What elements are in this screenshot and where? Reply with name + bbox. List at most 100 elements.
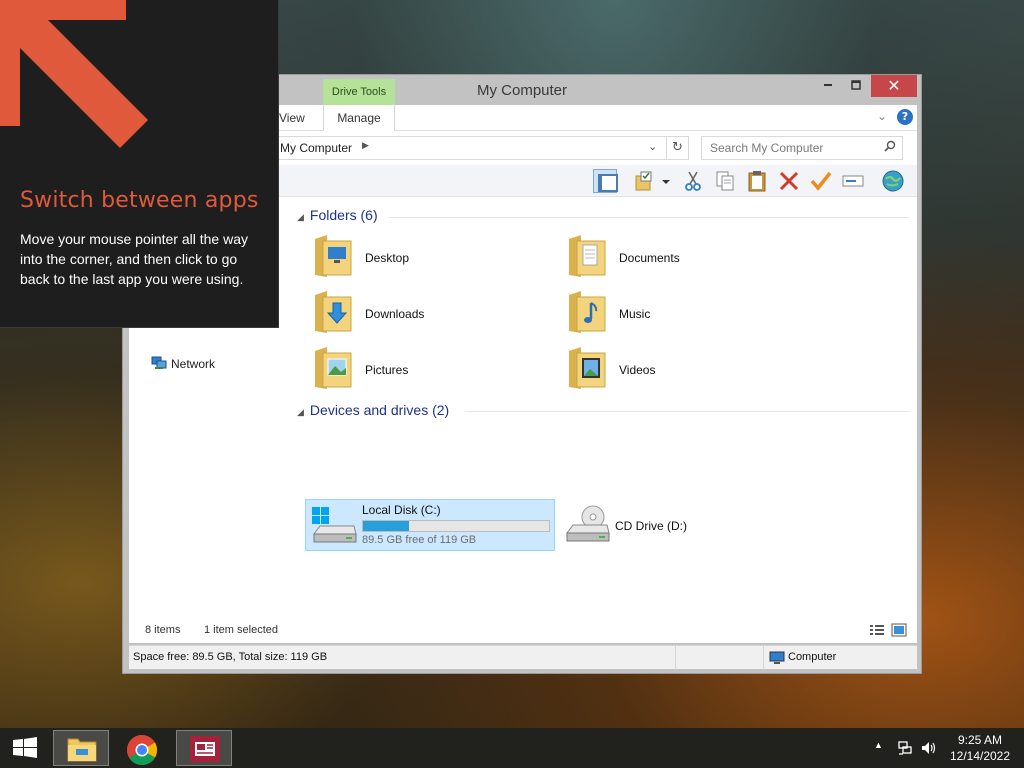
rename-field-icon <box>842 175 864 187</box>
chrome-icon <box>126 735 158 766</box>
folder-label: Videos <box>619 363 656 377</box>
details-view-icon[interactable] <box>869 623 885 637</box>
videos-folder-icon <box>569 347 606 389</box>
selection-count: 1 item selected <box>204 624 278 636</box>
maximize-icon <box>851 80 861 90</box>
refresh-button[interactable]: ↻ <box>666 137 688 159</box>
content-pane: ◢ Folders (6) Desktop Documents Downloads… <box>289 197 917 619</box>
ribbon-expand-chevron-icon[interactable]: ⌄ <box>877 109 887 123</box>
cd-drive-icon <box>566 505 610 542</box>
items-count: 8 items <box>145 624 181 636</box>
search-input[interactable]: Search My Computer <box>701 136 903 160</box>
tray-overflow-chevron-icon[interactable]: ▲ <box>874 740 883 750</box>
minimize-button[interactable] <box>815 75 841 97</box>
folder-label: Desktop <box>365 251 410 265</box>
minimize-icon <box>824 84 832 86</box>
breadcrumb-chevron-icon[interactable]: ▶ <box>362 141 369 151</box>
clock-date: 12/14/2022 <box>949 749 1011 763</box>
cut-button[interactable] <box>681 169 705 193</box>
folder-label: Documents <box>619 251 680 265</box>
file-explorer-icon <box>67 738 97 762</box>
space-info: Space free: 89.5 GB, Total size: 119 GB <box>133 651 328 663</box>
properties-folder-button[interactable] <box>633 169 657 193</box>
nav-item-network[interactable]: Network <box>171 357 215 371</box>
folder-item-pictures[interactable]: Pictures <box>305 343 545 393</box>
documents-folder-icon <box>569 235 606 277</box>
arrow-up-left-icon <box>0 0 148 148</box>
taskbar-file-explorer[interactable] <box>53 730 109 766</box>
properties-dropdown-button[interactable] <box>661 169 673 193</box>
delete-x-icon <box>779 171 799 191</box>
rename-button[interactable] <box>809 169 833 193</box>
address-breadcrumb-my-computer[interactable]: My Computer <box>280 141 352 155</box>
clock-time: 9:25 AM <box>957 733 1003 747</box>
start-button[interactable] <box>12 737 38 759</box>
folder-check-icon <box>635 171 652 191</box>
search-icon <box>884 140 896 155</box>
news-app-icon <box>190 736 220 762</box>
network-icon <box>151 356 167 369</box>
address-dropdown-chevron-icon[interactable]: ⌄ <box>648 140 657 153</box>
tab-view[interactable]: View <box>279 105 305 131</box>
folders-group-header[interactable]: ◢ Folders (6) <box>297 207 378 223</box>
drive-usage-bar <box>362 520 550 532</box>
tip-title: Switch between apps <box>20 188 259 213</box>
refresh-icon: ↻ <box>672 140 683 155</box>
preview-pane-button[interactable] <box>593 169 618 193</box>
drive-name: CD Drive (D:) <box>615 519 687 533</box>
globe-icon <box>882 170 904 192</box>
drive-item-local-disk[interactable]: Local Disk (C:) 89.5 GB free of 119 GB <box>305 499 555 551</box>
tab-manage[interactable]: Manage <box>323 105 395 131</box>
delete-button[interactable] <box>777 169 801 193</box>
location-label: Computer <box>788 651 837 663</box>
switch-apps-tip: Switch between apps Move your mouse poin… <box>0 0 279 328</box>
taskbar-news-app[interactable] <box>176 730 232 766</box>
details-divider <box>763 646 764 670</box>
maximize-button[interactable] <box>843 75 869 97</box>
group-divider <box>389 217 909 218</box>
network-globe-button[interactable] <box>881 169 905 193</box>
folders-group-label: Folders (6) <box>309 207 378 223</box>
devices-group-header[interactable]: ◢ Devices and drives (2) <box>297 402 449 418</box>
collapse-caret-icon[interactable]: ◢ <box>297 212 304 222</box>
devices-group-label: Devices and drives (2) <box>309 402 450 418</box>
copy-icon <box>716 171 734 191</box>
paste-icon <box>748 171 766 192</box>
taskbar: ▲ 9:25 AM 12/14/2022 <box>0 728 1024 768</box>
close-icon: ✕ <box>887 76 901 95</box>
chevron-down-icon <box>662 180 670 184</box>
folder-label: Pictures <box>365 363 409 377</box>
collapse-caret-icon[interactable]: ◢ <box>297 407 304 417</box>
drive-item-cd[interactable]: CD Drive (D:) <box>559 499 759 551</box>
group-divider <box>465 411 909 412</box>
folder-item-downloads[interactable]: Downloads <box>305 287 545 337</box>
checkmark-icon <box>810 171 832 191</box>
folder-item-desktop[interactable]: Desktop <box>305 231 545 281</box>
music-folder-icon <box>569 291 606 333</box>
help-icon[interactable]: ? <box>897 109 913 125</box>
paste-button[interactable] <box>745 169 769 193</box>
large-icons-view-icon[interactable] <box>891 623 907 637</box>
details-divider <box>675 646 676 670</box>
status-bar: 8 items 1 item selected <box>129 619 917 643</box>
new-item-button[interactable] <box>841 169 865 193</box>
folder-label: Downloads <box>365 307 425 321</box>
close-button[interactable]: ✕ <box>871 75 917 97</box>
folder-item-music[interactable]: Music <box>559 287 799 337</box>
drive-name: Local Disk (C:) <box>362 503 441 517</box>
computer-icon <box>769 651 785 664</box>
tip-body: Move your mouse pointer all the way into… <box>20 231 248 287</box>
drive-usage-fill <box>363 521 410 531</box>
copy-button[interactable] <box>713 169 737 193</box>
volume-tray-icon[interactable] <box>920 740 938 756</box>
downloads-folder-icon <box>315 291 352 333</box>
tray-clock[interactable]: 9:25 AM 12/14/2022 <box>944 733 1016 763</box>
search-placeholder: Search My Computer <box>710 141 824 155</box>
taskbar-chrome[interactable] <box>114 730 170 766</box>
details-bar: Space free: 89.5 GB, Total size: 119 GB … <box>129 645 917 670</box>
hard-drive-icon <box>312 507 357 543</box>
folder-item-documents[interactable]: Documents <box>559 231 799 281</box>
drive-free-space: 89.5 GB free of 119 GB <box>362 534 477 546</box>
network-tray-icon[interactable] <box>897 740 913 756</box>
folder-item-videos[interactable]: Videos <box>559 343 799 393</box>
